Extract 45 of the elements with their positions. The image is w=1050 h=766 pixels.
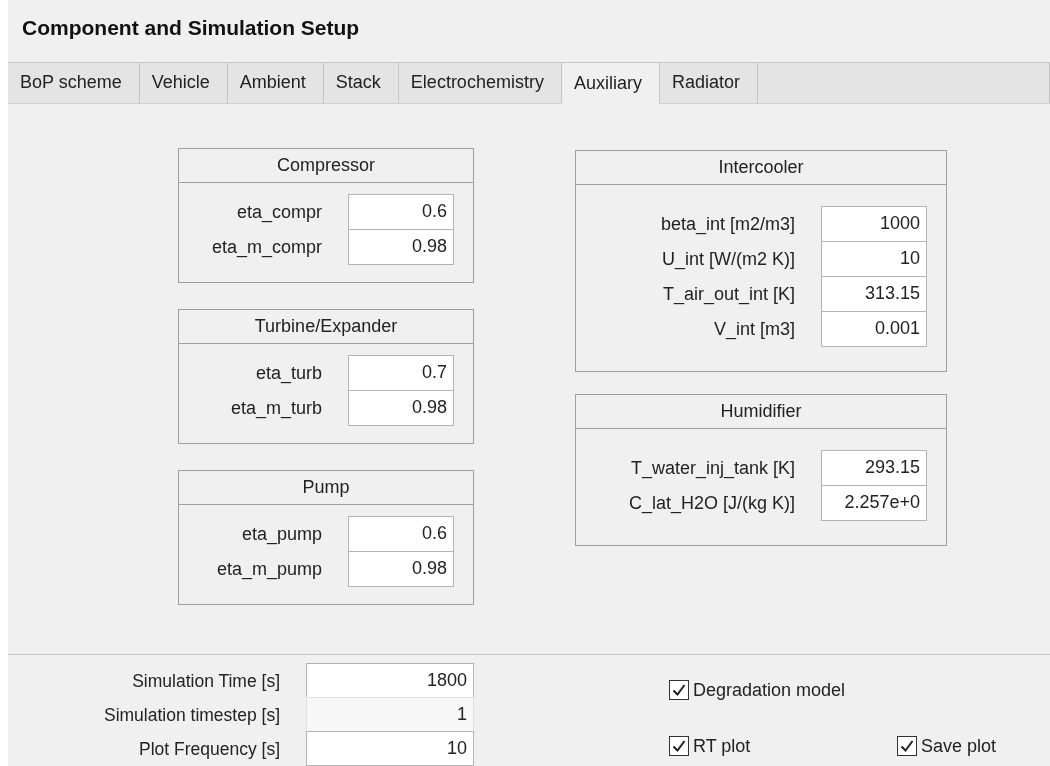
field-label: Plot Frequency [s] [137, 738, 280, 760]
checkbox[interactable]: Degradation model [669, 670, 997, 710]
field-label: eta_turb [254, 362, 322, 384]
input-field[interactable]: 1000 [821, 205, 927, 242]
tab[interactable]: Radiator [659, 62, 758, 103]
input-field[interactable]: 0.7 [348, 354, 454, 391]
field-label: eta_pump [240, 523, 322, 545]
field-label: C_lat_H2O [J/(kg K)] [627, 492, 795, 514]
input-field[interactable]: 1800 [306, 663, 474, 698]
panel-title: Intercooler [576, 150, 946, 185]
input-field[interactable]: 0.98 [348, 389, 454, 426]
field-label: eta_m_compr [210, 236, 322, 258]
tab[interactable]: Ambient [227, 62, 324, 103]
tab[interactable]: Stack [323, 62, 399, 103]
field-label: eta_m_pump [215, 558, 322, 580]
panel-title: Humidifier [576, 394, 946, 429]
panel-title: Pump [179, 470, 473, 505]
field-label: U_int [W/(m2 K)] [661, 248, 795, 270]
input-field[interactable]: 0.001 [821, 310, 927, 347]
field-label: Simulation Time [s] [131, 670, 280, 692]
window-title: Component and Simulation Setup [22, 15, 360, 40]
field-label: T_water_inj_tank [K] [629, 457, 795, 479]
field-label: T_air_out_int [K] [661, 283, 795, 305]
panel-title: Compressor [179, 148, 473, 183]
field-label: Simulation timestep [s] [102, 704, 280, 726]
input-field[interactable]: 0.6 [348, 193, 454, 230]
input-field[interactable]: 0.98 [348, 550, 454, 587]
panel-title: Turbine/Expander [179, 309, 473, 344]
input-field[interactable]: 10 [821, 240, 927, 277]
input-field[interactable]: 293.15 [821, 449, 927, 486]
tab[interactable]: Auxiliary [561, 62, 660, 104]
input-field[interactable]: 0.98 [348, 228, 454, 265]
tab[interactable]: Electrochemistry [398, 62, 562, 103]
field-label: eta_compr [235, 201, 322, 223]
tab[interactable]: Vehicle [139, 62, 228, 103]
input-field[interactable]: 10 [306, 731, 474, 766]
field-label: V_int [m3] [712, 318, 795, 340]
field-label: beta_int [m2/m3] [659, 213, 795, 235]
field-label: eta_m_turb [229, 397, 322, 419]
checkbox[interactable]: RT plot [669, 726, 897, 766]
input-field[interactable]: 2.257e+0 [821, 484, 927, 521]
checkbox[interactable]: Save plot [897, 726, 997, 766]
input-field[interactable]: 0.6 [348, 515, 454, 552]
tab[interactable]: BoP scheme [8, 62, 140, 103]
input-field[interactable]: 313.15 [821, 275, 927, 312]
